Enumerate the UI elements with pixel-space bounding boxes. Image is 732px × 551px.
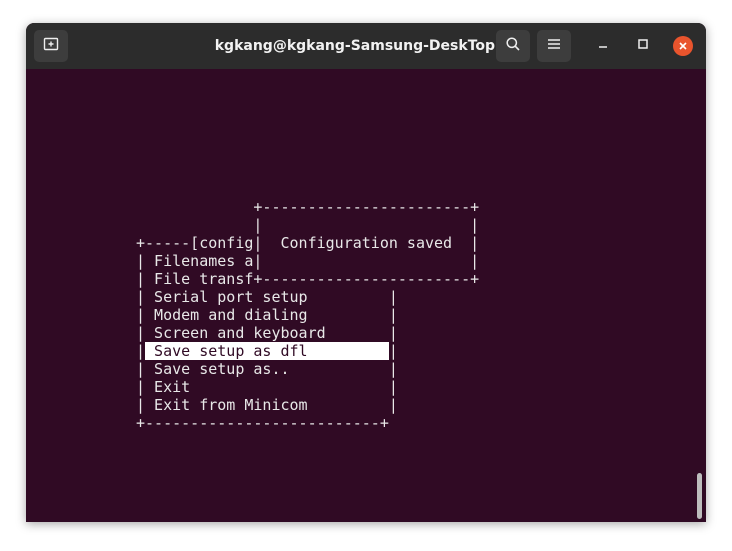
menu-item-save-setup-as[interactable]: | Save setup as.. | <box>136 360 479 378</box>
config-saved-message: +-----[config| Configuration saved | <box>136 234 480 252</box>
menu-item-save-setup-dfl[interactable]: | Save setup as dfl | <box>136 342 479 360</box>
hamburger-menu-icon <box>547 37 561 55</box>
scrollbar[interactable] <box>697 473 702 519</box>
minimize-button[interactable] <box>592 35 614 57</box>
menu-item-file-transfer[interactable]: | File transf+-----------------------+ <box>136 270 479 288</box>
title-bar: kgkang@kgkang-Samsung-DeskTop: ~ <box>26 23 706 69</box>
minicom-screen: +-----------------------+ | | +-----[conf… <box>136 198 479 432</box>
menu-bottom-border: +--------------------------+ <box>136 414 389 432</box>
search-icon <box>505 36 521 57</box>
menu-item-exit[interactable]: | Exit | <box>136 378 479 396</box>
menu-item-serial-port-setup[interactable]: | Serial port setup | <box>136 288 479 306</box>
window-title: kgkang@kgkang-Samsung-DeskTop: ~ <box>214 38 518 54</box>
close-icon <box>673 36 693 56</box>
selected-menu-item[interactable]: Save setup as dfl <box>145 342 389 360</box>
menu-right-border: | <box>388 342 398 360</box>
menu-button[interactable] <box>537 30 571 62</box>
menu-item-modem-dialing[interactable]: | Modem and dialing | <box>136 306 479 324</box>
menu-item-exit-minicom[interactable]: | Exit from Minicom | <box>136 396 479 414</box>
maximize-button[interactable] <box>632 35 654 57</box>
dialog-blank-row: | | <box>136 216 480 234</box>
search-button[interactable] <box>496 30 530 62</box>
maximize-icon <box>637 37 649 55</box>
terminal-window: kgkang@kgkang-Samsung-DeskTop: ~ +------… <box>26 23 706 522</box>
menu-item-filenames[interactable]: | Filenames a| | <box>136 252 479 270</box>
close-button[interactable] <box>672 35 694 57</box>
new-tab-button[interactable] <box>34 30 68 62</box>
new-tab-icon <box>43 36 59 57</box>
menu-left-border: | <box>136 342 146 360</box>
menu-item-screen-keyboard[interactable]: | Screen and keyboard | <box>136 324 479 342</box>
minimize-icon <box>597 37 609 55</box>
terminal-area[interactable]: +-----------------------+ | | +-----[conf… <box>26 69 706 522</box>
dialog-top-border: +-----------------------+ <box>136 198 480 216</box>
